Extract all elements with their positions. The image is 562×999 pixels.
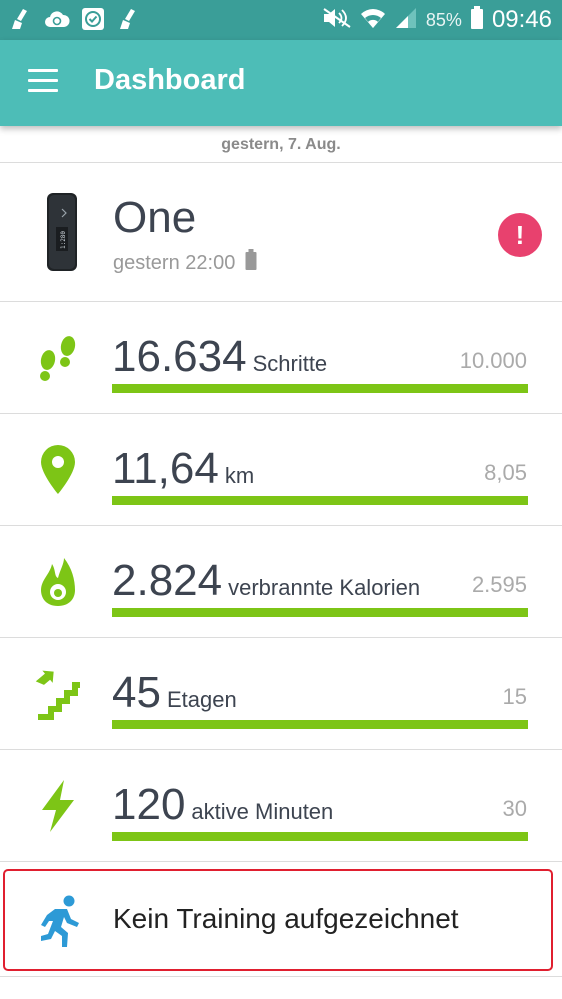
menu-icon[interactable] bbox=[28, 69, 60, 95]
notification-icons bbox=[8, 6, 142, 32]
divider bbox=[0, 976, 562, 977]
stat-value: 45 Etagen bbox=[112, 668, 237, 718]
progress-bar bbox=[112, 720, 528, 729]
device-name: One bbox=[113, 193, 197, 242]
svg-text:1:280: 1:280 bbox=[60, 231, 67, 249]
wifi-icon bbox=[360, 6, 386, 35]
device-sync-info: gestern 22:00 bbox=[113, 249, 257, 277]
mute-icon bbox=[322, 7, 352, 34]
signal-icon bbox=[394, 6, 418, 35]
training-label: Kein Training aufgezeichnet bbox=[113, 903, 459, 934]
stat-number: 120 bbox=[112, 780, 186, 829]
stairs-icon bbox=[34, 668, 82, 720]
progress-bar bbox=[112, 608, 528, 617]
stat-number: 11,64 bbox=[112, 444, 219, 493]
page-title: Dashboard bbox=[94, 64, 246, 96]
progress-bar bbox=[112, 384, 528, 393]
stat-row-calories[interactable]: 2.824 verbrannte Kalorien 2.595 bbox=[0, 526, 562, 638]
battery-percent: 85% bbox=[425, 9, 462, 30]
progress-fill bbox=[112, 720, 528, 729]
stat-value: 2.824 verbrannte Kalorien bbox=[112, 556, 420, 606]
lightning-icon bbox=[34, 780, 82, 832]
progress-fill bbox=[112, 832, 528, 841]
status-bar: 85% 09:46 bbox=[0, 0, 562, 40]
progress-fill bbox=[112, 608, 528, 617]
stat-row-active-minutes[interactable]: 120 aktive Minuten 30 bbox=[0, 750, 562, 862]
stat-number: 2.824 bbox=[112, 556, 223, 605]
runner-icon bbox=[37, 895, 85, 949]
progress-fill bbox=[112, 496, 528, 505]
stat-unit: verbrannte Kalorien bbox=[228, 575, 421, 600]
clock: 09:46 bbox=[491, 6, 552, 33]
tracker-device-image: 1:280 bbox=[44, 193, 80, 271]
stat-goal: 2.595 bbox=[471, 572, 527, 597]
app-bar: Dashboard bbox=[0, 40, 562, 126]
alert-badge[interactable]: ! bbox=[498, 213, 542, 257]
stat-row-floors[interactable]: 45 Etagen 15 bbox=[0, 638, 562, 750]
checkbox-icon bbox=[80, 6, 106, 32]
progress-bar bbox=[112, 496, 528, 505]
stat-unit: aktive Minuten bbox=[191, 799, 334, 824]
progress-fill bbox=[112, 384, 528, 393]
broom-icon bbox=[8, 6, 34, 32]
footsteps-icon bbox=[34, 332, 82, 384]
stat-value: 16.634 Schritte bbox=[112, 332, 327, 382]
training-row[interactable]: Kein Training aufgezeichnet bbox=[3, 869, 553, 971]
battery-level-icon bbox=[245, 249, 257, 277]
location-pin-icon bbox=[34, 444, 82, 496]
stat-goal: 8,05 bbox=[484, 460, 527, 485]
stat-goal: 10.000 bbox=[459, 348, 527, 373]
battery-icon bbox=[470, 5, 484, 35]
stat-unit: Etagen bbox=[166, 687, 237, 712]
stat-row-steps[interactable]: 16.634 Schritte 10.000 bbox=[0, 302, 562, 414]
stat-row-distance[interactable]: 11,64 km 8,05 bbox=[0, 414, 562, 526]
date-label: gestern, 7. Aug. bbox=[0, 126, 562, 163]
progress-bar bbox=[112, 832, 528, 841]
stat-number: 16.634 bbox=[112, 332, 247, 381]
stat-unit: Schritte bbox=[252, 351, 328, 376]
stat-goal: 30 bbox=[502, 796, 527, 821]
device-row[interactable]: 1:280 One gestern 22:00 ! bbox=[0, 163, 562, 302]
broom-icon bbox=[116, 6, 142, 32]
last-sync-time: gestern 22:00 bbox=[113, 251, 236, 274]
stat-value: 11,64 km bbox=[112, 444, 254, 494]
cloud-sync-icon bbox=[44, 6, 70, 32]
stat-number: 45 bbox=[112, 668, 161, 717]
status-indicators: 85% 09:46 bbox=[322, 4, 552, 36]
flame-icon bbox=[34, 556, 82, 608]
stat-value: 120 aktive Minuten bbox=[112, 780, 333, 830]
stat-goal: 15 bbox=[502, 684, 527, 709]
stat-unit: km bbox=[224, 463, 255, 488]
